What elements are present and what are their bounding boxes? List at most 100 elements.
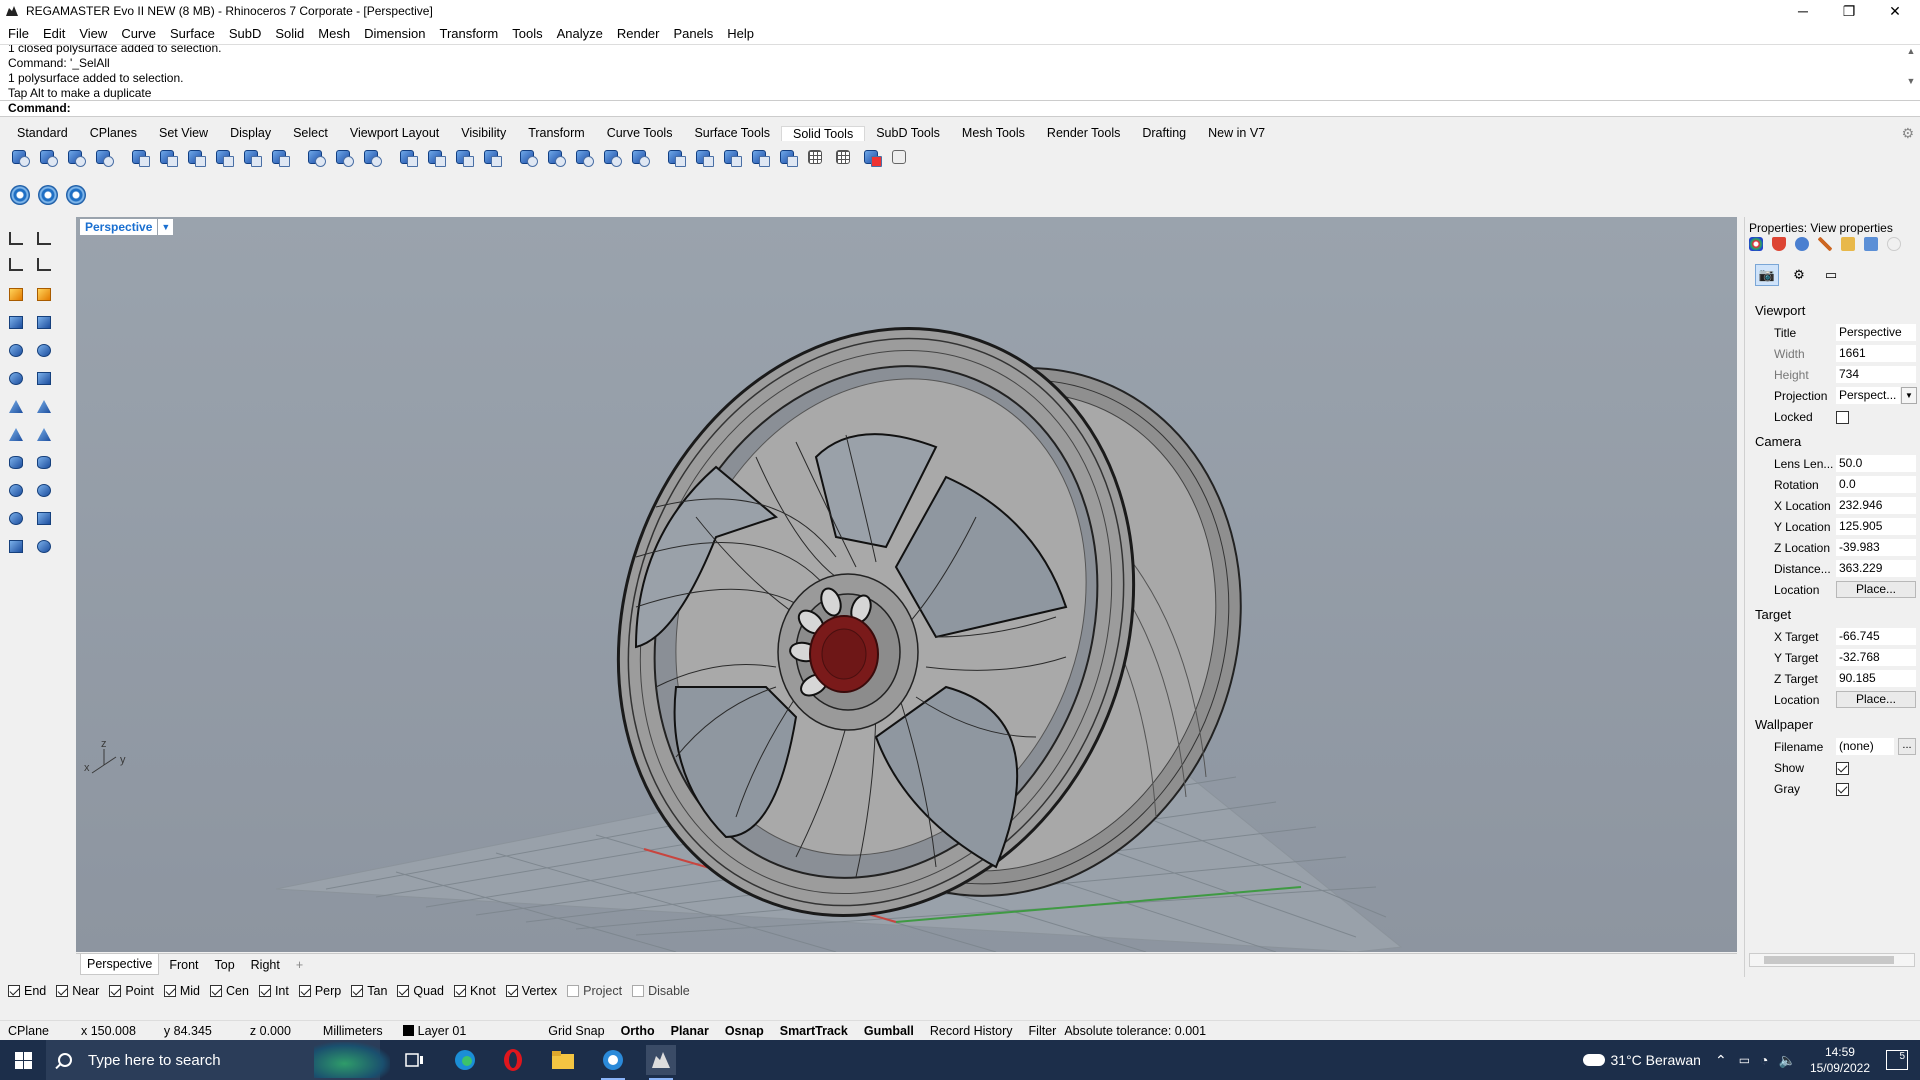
frame-icon[interactable]: ▭	[1819, 264, 1843, 286]
layer-indicator[interactable]: Layer 01	[395, 1024, 475, 1038]
filename-field[interactable]: (none)	[1836, 738, 1894, 755]
osnap-knot[interactable]: Knot	[454, 984, 496, 998]
blend-edge-icon[interactable]	[362, 147, 384, 169]
gumball-toggle[interactable]: Gumball	[856, 1024, 922, 1038]
tab-viewport-layout[interactable]: Viewport Layout	[339, 126, 450, 140]
tab-curve-tools[interactable]: Curve Tools	[596, 126, 684, 140]
object-icon[interactable]	[1795, 237, 1809, 251]
notification-icon[interactable]: 5	[1886, 1050, 1908, 1070]
add-viewport-tab-icon[interactable]: +	[290, 958, 309, 972]
torus-icon[interactable]	[6, 480, 28, 502]
boolean-intersection-icon[interactable]	[66, 147, 88, 169]
color-wheel-icon[interactable]	[1749, 237, 1763, 251]
place-hole-icon[interactable]	[546, 147, 568, 169]
extrude-surface-icon[interactable]	[34, 508, 56, 530]
extract-surface-icon[interactable]	[242, 147, 264, 169]
delete-icon[interactable]	[862, 147, 884, 169]
x-target-field[interactable]: -66.745	[1836, 628, 1916, 645]
tab-perspective[interactable]: Perspective	[80, 954, 160, 975]
gear-icon[interactable]	[38, 185, 58, 205]
properties-horizontal-scrollbar[interactable]	[1749, 953, 1915, 967]
tab-select[interactable]: Select	[282, 126, 339, 140]
distance-field[interactable]: 363.229	[1836, 560, 1916, 577]
task-view-icon[interactable]	[400, 1045, 430, 1075]
tab-subd-tools[interactable]: SubD Tools	[865, 126, 951, 140]
tab-drafting[interactable]: Drafting	[1131, 126, 1197, 140]
menu-solid[interactable]: Solid	[275, 26, 304, 41]
shell-icon[interactable]	[186, 147, 208, 169]
join-icon[interactable]	[778, 147, 800, 169]
planar-toggle[interactable]: Planar	[663, 1024, 717, 1038]
z-target-field[interactable]: 90.185	[1836, 670, 1916, 687]
chevron-down-icon[interactable]: ▼	[158, 219, 174, 235]
chamfer-edge-icon[interactable]	[334, 147, 356, 169]
sphere-icon[interactable]	[6, 340, 28, 362]
settings-icon[interactable]	[1887, 237, 1901, 251]
fillet-edge-icon[interactable]	[306, 147, 328, 169]
y-location-field[interactable]: 125.905	[1836, 518, 1916, 535]
tab-new-in-v7[interactable]: New in V7	[1197, 126, 1276, 140]
menu-file[interactable]: File	[8, 26, 29, 41]
osnap-cen[interactable]: Cen	[210, 984, 249, 998]
image-icon[interactable]	[1864, 237, 1878, 251]
tab-cplanes[interactable]: CPlanes	[79, 126, 148, 140]
scale-icon[interactable]	[34, 228, 56, 250]
lens-length-field[interactable]: 50.0	[1836, 455, 1916, 472]
osnap-quad[interactable]: Quad	[397, 984, 444, 998]
menu-subd[interactable]: SubD	[229, 26, 262, 41]
cylinder-icon[interactable]	[6, 452, 28, 474]
menu-help[interactable]: Help	[727, 26, 754, 41]
point-icon[interactable]	[6, 284, 28, 306]
wire-cut-icon[interactable]	[694, 147, 716, 169]
height-field[interactable]: 734	[1836, 366, 1916, 383]
boolean-difference-icon[interactable]	[38, 147, 60, 169]
tab-set-view[interactable]: Set View	[148, 126, 219, 140]
rhino-launcher-icon[interactable]	[598, 1045, 628, 1080]
tab-top[interactable]: Top	[209, 958, 241, 972]
command-prompt[interactable]: Command:	[0, 100, 1920, 117]
menu-surface[interactable]: Surface	[170, 26, 215, 41]
checkbox[interactable]	[8, 985, 20, 997]
menu-view[interactable]: View	[79, 26, 107, 41]
osnap-near[interactable]: Near	[56, 984, 99, 998]
show-checkbox[interactable]	[1836, 762, 1849, 775]
boolean-union-icon[interactable]	[10, 147, 32, 169]
osnap-int[interactable]: Int	[258, 984, 289, 998]
osnap-end[interactable]: End	[8, 984, 46, 998]
tab-visibility[interactable]: Visibility	[450, 126, 517, 140]
checkbox[interactable]	[109, 985, 122, 997]
pyramid-icon[interactable]	[6, 424, 28, 446]
offset-solid-icon[interactable]	[158, 147, 180, 169]
tab-render-tools[interactable]: Render Tools	[1036, 126, 1131, 140]
battery-icon[interactable]: ▭	[1739, 1053, 1750, 1067]
folder-icon[interactable]	[1841, 237, 1855, 251]
opera-browser-icon[interactable]	[498, 1045, 528, 1075]
move-face-icon[interactable]	[398, 147, 420, 169]
paraboloid-icon[interactable]	[34, 368, 56, 390]
y-target-field[interactable]: -32.768	[1836, 649, 1916, 666]
history-icon[interactable]	[890, 147, 912, 169]
chevron-down-icon[interactable]: ▼	[1901, 387, 1917, 404]
tab-surface-tools[interactable]: Surface Tools	[683, 126, 781, 140]
circle-icon[interactable]	[34, 284, 56, 306]
gear-icon[interactable]	[66, 185, 86, 205]
viewport-title[interactable]: Perspective	[80, 219, 158, 235]
checkbox[interactable]	[56, 985, 69, 997]
osnap-toggle[interactable]: Osnap	[717, 1024, 772, 1038]
display-settings-icon[interactable]: ⚙	[1787, 264, 1811, 286]
ellipsoid-icon[interactable]	[6, 368, 28, 390]
z-location-field[interactable]: -39.983	[1836, 539, 1916, 556]
x-location-field[interactable]: 232.946	[1836, 497, 1916, 514]
menu-panels[interactable]: Panels	[673, 26, 713, 41]
menu-mesh[interactable]: Mesh	[318, 26, 350, 41]
locked-checkbox[interactable]	[1836, 411, 1849, 424]
command-history[interactable]: 1 closed polysurface added to selection.…	[0, 44, 1920, 100]
split-face-icon[interactable]	[454, 147, 476, 169]
move-hole-icon[interactable]	[630, 147, 652, 169]
cplane-indicator[interactable]: CPlane	[0, 1024, 57, 1038]
box-icon[interactable]	[6, 312, 28, 334]
gray-checkbox[interactable]	[1836, 783, 1849, 796]
extract-wireframe-icon[interactable]	[722, 147, 744, 169]
merge-faces-icon[interactable]	[270, 147, 292, 169]
osnap-disable[interactable]: Disable	[632, 984, 690, 998]
